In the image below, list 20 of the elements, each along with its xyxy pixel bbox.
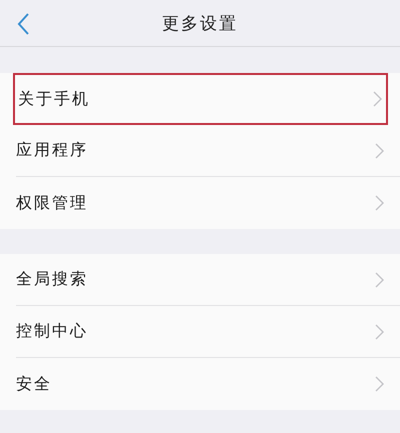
settings-item[interactable]: 应用程序: [16, 125, 400, 177]
settings-item[interactable]: 全局搜索: [16, 254, 400, 306]
item-label: 控制中心: [16, 321, 88, 342]
settings-item[interactable]: 安全: [16, 358, 400, 410]
chevron-right-icon: [375, 142, 384, 158]
item-label: 关于手机: [18, 88, 90, 110]
settings-item[interactable]: 关于手机: [13, 73, 388, 125]
chevron-right-icon: [375, 272, 384, 288]
chevron-right-icon: [373, 91, 382, 107]
item-label: 全局搜索: [16, 269, 88, 290]
back-chevron-icon: [16, 12, 30, 36]
chevron-right-icon: [375, 195, 384, 211]
item-label: 权限管理: [16, 192, 88, 214]
chevron-right-icon: [375, 324, 384, 340]
screen-title: 更多设置: [162, 12, 238, 34]
item-label: 安全: [16, 374, 52, 394]
chevron-right-icon: [375, 376, 384, 392]
settings-item[interactable]: 控制中心: [16, 306, 400, 358]
item-label: 应用程序: [16, 140, 88, 161]
settings-item[interactable]: 权限管理: [16, 177, 400, 229]
